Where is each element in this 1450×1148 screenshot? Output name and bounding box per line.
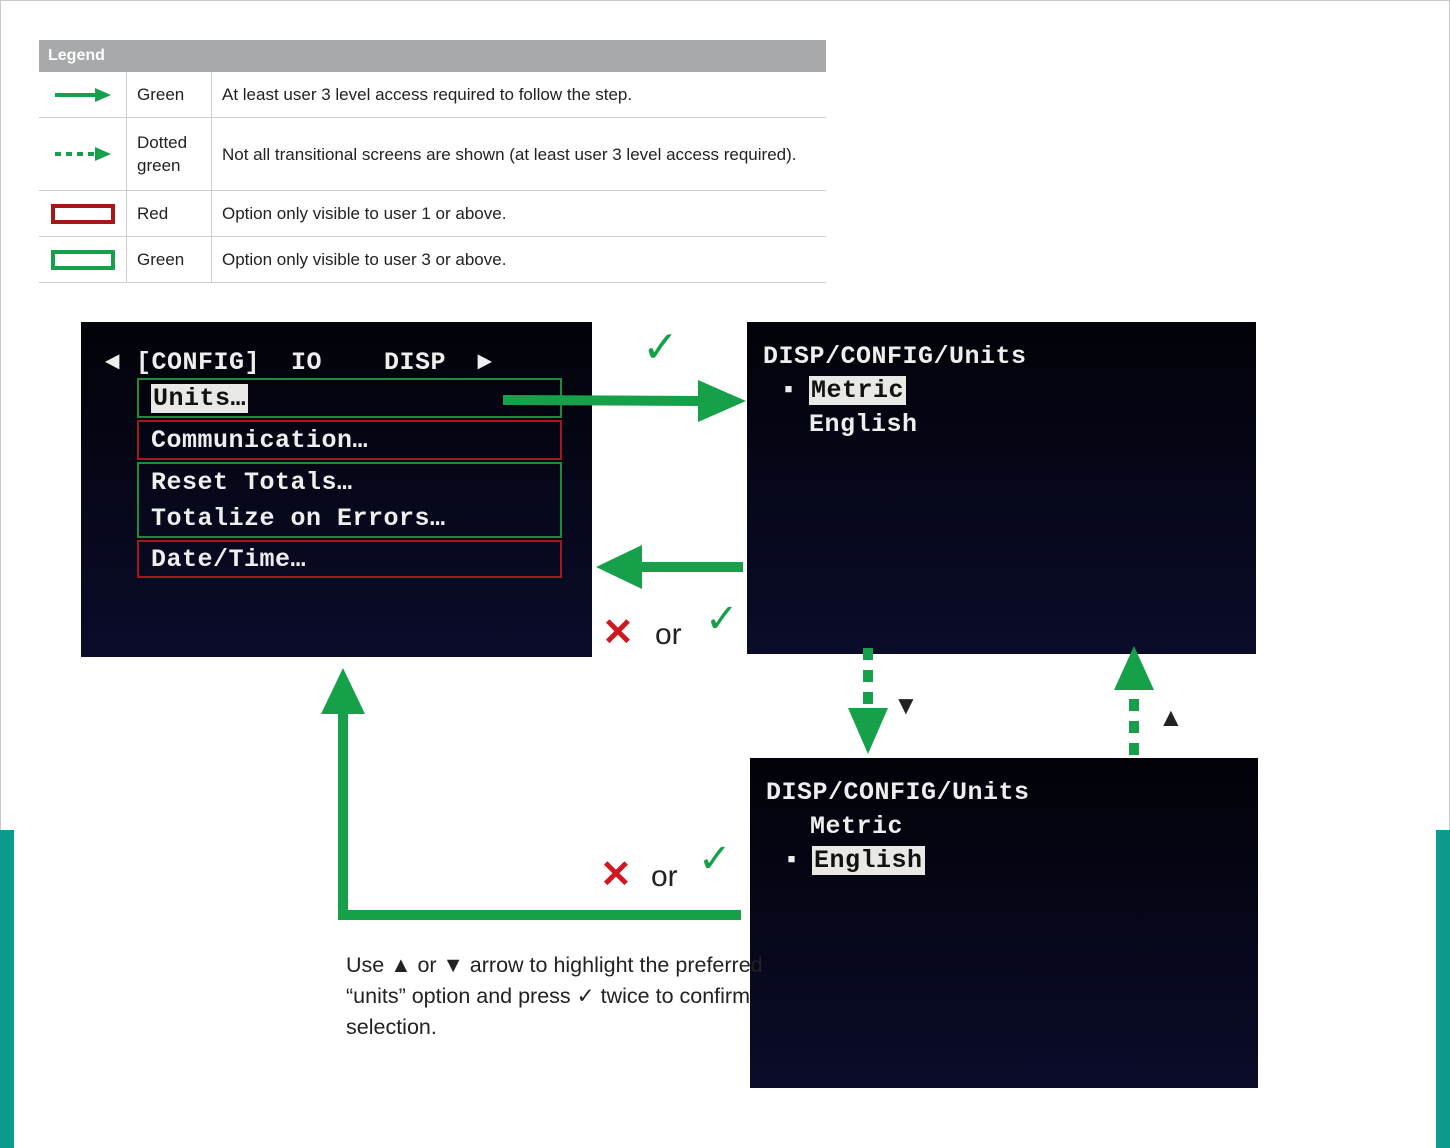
arrow-back-to-config bbox=[596, 545, 743, 589]
check-icon: ✓ bbox=[642, 323, 679, 372]
up-arrow-icon: ▲ bbox=[1158, 702, 1184, 732]
arrow-return-to-config bbox=[321, 668, 741, 920]
check-icon: ✓ bbox=[705, 597, 739, 641]
arrow-dotted-down bbox=[848, 648, 888, 754]
arrow-dotted-up bbox=[1114, 646, 1154, 755]
check-icon: ✓ bbox=[698, 837, 732, 881]
arrow-to-units-screen bbox=[502, 380, 746, 422]
cross-icon: ✕ bbox=[600, 854, 632, 896]
cross-icon: ✕ bbox=[602, 612, 634, 654]
instruction-caption: Use ▲ or ▼ arrow to highlight the prefer… bbox=[346, 953, 763, 1039]
or-text: or bbox=[655, 618, 682, 651]
down-arrow-icon: ▼ bbox=[893, 690, 919, 720]
or-text: or bbox=[651, 860, 678, 893]
